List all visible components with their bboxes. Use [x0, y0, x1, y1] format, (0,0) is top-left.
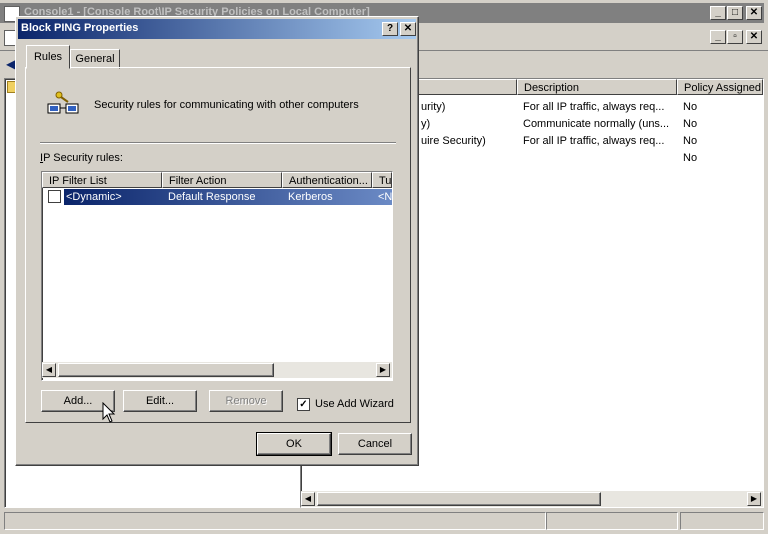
- policy-row-4-assigned: No: [683, 152, 698, 164]
- list-col-tunnel[interactable]: Tu: [372, 172, 392, 188]
- list-hscrollbar[interactable]: ◀ ▶: [42, 362, 392, 378]
- rules-tab-page: Security rules for communicating with ot…: [25, 67, 411, 423]
- dialog-title: Block PING Properties: [21, 22, 139, 34]
- edit-button[interactable]: Edit...: [123, 390, 197, 412]
- add-button-label: Add...: [63, 395, 93, 407]
- results-hscrollbar[interactable]: ◀ ▶: [301, 491, 763, 507]
- help-icon[interactable]: ?: [382, 22, 398, 36]
- back-arrow-icon[interactable]: ◀: [6, 57, 15, 71]
- policy-row-3-description: For all IP traffic, always req...: [523, 135, 665, 147]
- rule-cell-tunnel: <N: [378, 191, 393, 203]
- cancel-button-label: Cancel: [357, 438, 393, 450]
- policy-row-3-name[interactable]: uire Security): [421, 133, 486, 149]
- policy-row-1-name[interactable]: urity): [421, 99, 445, 115]
- col-header-policy-assigned[interactable]: Policy Assigned: [677, 79, 763, 95]
- rule-cell-filter-list: <Dynamic>: [66, 191, 122, 203]
- remove-button[interactable]: Remove: [209, 390, 283, 412]
- status-pane-2: [546, 512, 678, 530]
- status-bar: [4, 512, 764, 530]
- list-col-filter-action[interactable]: Filter Action: [162, 172, 282, 188]
- edit-button-label: Edit...: [145, 395, 175, 407]
- list-col-authentication[interactable]: Authentication...: [282, 172, 372, 188]
- child-close-icon[interactable]: ✕: [746, 30, 762, 44]
- rule-cell-auth: Kerberos: [288, 191, 333, 203]
- list-scroll-left-icon[interactable]: ◀: [42, 363, 56, 377]
- minimize-icon[interactable]: _: [710, 6, 726, 20]
- dialog-close-icon[interactable]: ✕: [400, 22, 416, 36]
- scroll-thumb[interactable]: [317, 492, 601, 506]
- cancel-button[interactable]: Cancel: [338, 433, 412, 455]
- ok-button-label: OK: [286, 438, 302, 450]
- security-rules-icon: [46, 90, 82, 120]
- ok-button[interactable]: OK: [256, 432, 332, 456]
- separator: [40, 142, 396, 144]
- properties-dialog: Block PING Properties ? ✕ Rules General …: [15, 16, 419, 466]
- dialog-title-bar[interactable]: Block PING Properties ? ✕: [18, 19, 416, 39]
- scroll-left-icon[interactable]: ◀: [301, 492, 315, 506]
- rules-label: IP Security rules:: [40, 152, 123, 164]
- status-pane-3: [680, 512, 764, 530]
- intro-text: Security rules for communicating with ot…: [94, 99, 359, 111]
- policy-row-2-description: Communicate normally (uns...: [523, 118, 670, 130]
- tab-general[interactable]: General: [70, 49, 120, 69]
- use-wizard-checkbox[interactable]: ✓: [297, 398, 310, 411]
- maximize-icon[interactable]: □: [727, 6, 743, 20]
- use-wizard-label[interactable]: Use Add Wizard: [315, 398, 394, 410]
- scroll-right-icon[interactable]: ▶: [747, 492, 761, 506]
- rule-cell-filter-action: Default Response: [168, 191, 256, 203]
- list-col-ip-filter-list[interactable]: IP Filter List: [42, 172, 162, 188]
- close-icon[interactable]: ✕: [746, 6, 762, 20]
- policy-row-1-description: For all IP traffic, always req...: [523, 101, 665, 113]
- child-restore-icon[interactable]: ▫: [727, 30, 743, 44]
- mouse-cursor-icon: [102, 401, 116, 424]
- rules-list[interactable]: IP Filter List Filter Action Authenticat…: [41, 171, 393, 381]
- col-header-description[interactable]: Description: [517, 79, 677, 95]
- rule-row-dynamic[interactable]: <Dynamic> Default Response Kerberos <N: [42, 189, 392, 205]
- list-scroll-thumb[interactable]: [58, 363, 274, 377]
- remove-button-label: Remove: [225, 395, 267, 407]
- policy-row-2-assigned: No: [683, 118, 698, 130]
- tab-rules[interactable]: Rules: [26, 45, 70, 69]
- status-pane-1: [4, 512, 546, 530]
- policy-row-1-assigned: No: [683, 101, 698, 113]
- child-minimize-icon[interactable]: _: [710, 30, 726, 44]
- rules-label-text: P Security rules:: [43, 152, 123, 164]
- policy-row-2-name[interactable]: y): [421, 116, 430, 132]
- list-scroll-right-icon[interactable]: ▶: [376, 363, 390, 377]
- policy-row-3-assigned: No: [683, 135, 698, 147]
- rule-row-checkbox[interactable]: [48, 190, 61, 203]
